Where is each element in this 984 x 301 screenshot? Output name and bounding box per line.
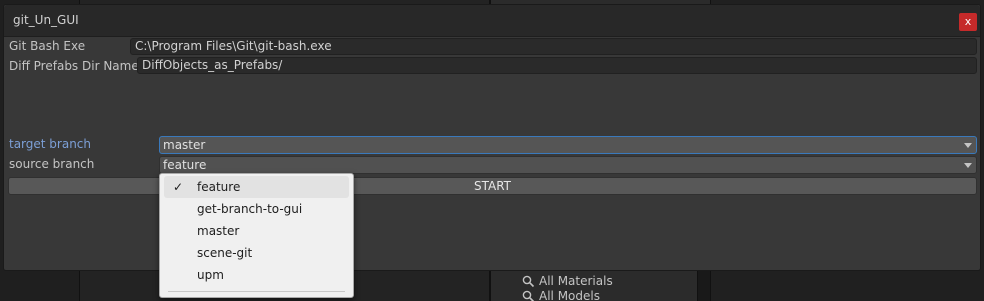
close-button[interactable]: x	[959, 13, 977, 31]
menu-item-upm[interactable]: upm	[164, 264, 349, 286]
git-bash-exe-field[interactable]: C:\Program Files\Git\git-bash.exe	[130, 38, 977, 55]
menu-item-label: master	[197, 224, 240, 238]
git-un-gui-window: git_Un_GUI x Git Bash Exe C:\Program Fil…	[3, 4, 981, 271]
project-row-all-models[interactable]: All Models	[522, 289, 600, 301]
search-icon	[522, 290, 535, 301]
chevron-down-icon	[964, 163, 972, 168]
search-icon	[522, 275, 535, 287]
close-icon: x	[964, 15, 972, 28]
target-branch-value: master	[163, 138, 206, 152]
source-branch-value: feature	[163, 158, 207, 172]
start-button[interactable]: START	[8, 177, 977, 195]
menu-item-label: feature	[197, 180, 241, 194]
menu-item-get-branch-to-gui[interactable]: get-branch-to-gui	[164, 198, 349, 220]
menu-item-label: get-branch-to-gui	[197, 202, 303, 216]
project-row-all-materials[interactable]: All Materials	[522, 274, 613, 288]
window-titlebar[interactable]: git_Un_GUI x	[4, 5, 980, 37]
chevron-down-icon	[964, 143, 972, 148]
target-branch-dropdown[interactable]: master	[159, 136, 977, 154]
menu-item-feature[interactable]: ✓ feature	[164, 176, 349, 198]
project-row-label: All Materials	[539, 274, 613, 288]
diff-prefabs-dir-label: Diff Prefabs Dir Name	[9, 59, 139, 73]
source-branch-dropdown[interactable]: feature	[159, 156, 977, 174]
menu-item-scene-git[interactable]: scene-git	[164, 242, 349, 264]
checkmark-icon: ✓	[173, 180, 184, 194]
menu-item-master[interactable]: master	[164, 220, 349, 242]
source-branch-popup-menu: ✓ feature get-branch-to-gui master scene…	[159, 173, 354, 298]
project-row-label: All Models	[539, 289, 600, 301]
menu-item-label: upm	[197, 268, 224, 282]
source-branch-label: source branch	[9, 157, 95, 171]
diff-prefabs-dir-field[interactable]: DiffObjects_as_Prefabs/	[137, 57, 977, 74]
git-bash-exe-label: Git Bash Exe	[9, 39, 86, 53]
window-title: git_Un_GUI	[13, 13, 79, 27]
target-branch-label: target branch	[9, 137, 92, 151]
menu-separator	[168, 291, 345, 292]
menu-item-label: scene-git	[197, 246, 253, 260]
